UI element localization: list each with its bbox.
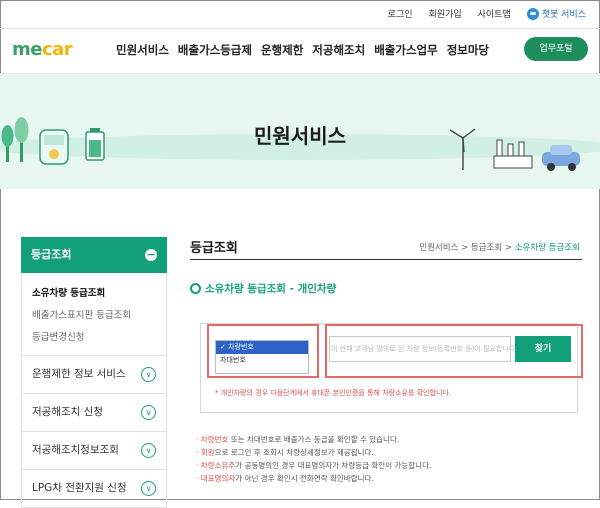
mecar-logo[interactable]: mecar <box>12 39 73 60</box>
utility-bar: 로그인 회원가입 사이트맵 챗봇 서비스 <box>0 0 600 29</box>
sidebar-header-label: 등급조회 <box>31 248 72 261</box>
sidebar-subitem-grade-change[interactable]: 등급변경신청 <box>32 327 166 349</box>
sitemap-link[interactable]: 사이트맵 <box>478 7 511 20</box>
dropdown-option-chassis-number[interactable]: 차대번호 <box>216 354 308 367</box>
sidebar-subitem-emission-sign[interactable]: 배출가스표지판 등급조회 <box>32 305 166 327</box>
sidebar-header[interactable]: 등급조회 − <box>21 237 167 273</box>
search-panel: ✓ 차량번호 차대번호 이 현재 고객님 명의로 된 차량 정보(등록번호 등)… <box>200 323 583 413</box>
sidebar-item-label: 운행제한 정보 서비스 <box>32 368 126 380</box>
section-subtitle: 소유차량 등급조회 - 개인차량 <box>190 281 336 296</box>
sidebar-item-label: 저공해조치 신청 <box>32 406 103 418</box>
info-notes: · 차량번호 또는 차대번호로 배출가스 등급을 확인할 수 있습니다. · 회… <box>196 433 431 485</box>
breadcrumb-separator: > <box>504 243 515 253</box>
main-nav: mecar 민원서비스 배출가스등급제 운행제한 저공해조치 배출가스업무 정보… <box>0 29 600 74</box>
sidebar: 등급조회 − 소유차량 등급조회 배출가스표지판 등급조회 등급변경신청 운행제… <box>21 237 167 508</box>
sidebar-subitem-owned-vehicle[interactable]: 소유차량 등급조회 <box>32 283 166 305</box>
chatbot-link[interactable]: 챗봇 서비스 <box>526 7 586 20</box>
note-line: · 차량번호 또는 차대번호로 배출가스 등급을 확인할 수 있습니다. <box>196 435 400 444</box>
breadcrumb-separator: > <box>461 243 471 253</box>
dropdown-option-vehicle-number[interactable]: ✓ 차량번호 <box>216 341 308 354</box>
circle-bullet-icon <box>190 283 201 294</box>
chevron-down-icon: ∨ <box>141 405 156 420</box>
chevron-down-icon: ∨ <box>141 481 156 496</box>
chevron-down-icon: ∨ <box>141 367 156 382</box>
nav-item-emission-grade[interactable]: 배출가스등급제 <box>178 42 252 58</box>
warning-note: * 개인차량의 경우 다음단계에서 휴대폰 본인인증을 통해 차량소유를 확인합… <box>215 389 452 397</box>
sidebar-item-restriction-info[interactable]: 운행제한 정보 서비스 ∨ <box>21 356 167 394</box>
breadcrumb-item[interactable]: 민원서비스 <box>419 243 458 253</box>
sidebar-item-low-emission-apply[interactable]: 저공해조치 신청 ∨ <box>21 394 167 432</box>
search-button[interactable]: 찾기 <box>515 336 571 362</box>
login-link[interactable]: 로그인 <box>388 7 413 20</box>
chatbot-icon <box>526 7 539 20</box>
sidebar-item-low-emission-info[interactable]: 저공해조치정보조회 ∨ <box>21 432 167 470</box>
breadcrumb-current: 소유차량 등급조회 <box>514 243 580 253</box>
nav-item-low-emission[interactable]: 저공해조치 <box>312 42 365 58</box>
work-portal-button[interactable]: 업무포털 <box>524 37 588 61</box>
hero-title: 민원서비스 <box>254 124 346 148</box>
nav-item-civil-service[interactable]: 민원서비스 <box>116 42 169 58</box>
breadcrumb-item[interactable]: 등급조회 <box>471 243 502 253</box>
section-subtitle-text: 소유차량 등급조회 - 개인차량 <box>205 283 337 295</box>
chatbot-label: 챗봇 서비스 <box>541 10 586 20</box>
title-divider <box>190 259 582 260</box>
note-line: · 회원으로 로그인 후 조회시 차량상세정보가 제공됩니다. <box>196 448 374 457</box>
chevron-down-icon: ∨ <box>141 443 156 458</box>
nav-item-info[interactable]: 정보마당 <box>447 42 489 58</box>
signup-link[interactable]: 회원가입 <box>428 7 461 20</box>
sidebar-item-label: 저공해조치정보조회 <box>32 444 119 456</box>
hero-banner: 민원서비스 <box>0 74 600 189</box>
sidebar-item-label: LPG차 전환지원 신청 <box>32 482 127 494</box>
logo-prefix: me <box>12 39 42 60</box>
nav-item-traffic-restriction[interactable]: 운행제한 <box>261 42 303 58</box>
note-line: · 차량소유주가 공동명의인 경우 대표명의자가 차량등급 확인이 가능합니다. <box>196 461 432 470</box>
sidebar-item-lpg-support[interactable]: LPG차 전환지원 신청 ∨ <box>21 470 167 508</box>
input-hint: 이 현재 고객님 명의로 된 차량 정보(등록번호 등)이 필요합니다 <box>331 345 516 353</box>
sidebar-submenu: 소유차량 등급조회 배출가스표지판 등급조회 등급변경신청 <box>21 273 167 356</box>
nav-item-emission-work[interactable]: 배출가스업무 <box>374 42 437 58</box>
logo-suffix: car <box>41 39 73 60</box>
search-type-dropdown[interactable]: ✓ 차량번호 차대번호 <box>215 340 309 374</box>
breadcrumb: 민원서비스 > 등급조회 > 소유차량 등급조회 <box>419 241 580 253</box>
note-line: · 대표명의자가 아닌 경우 확인시 전화연락 확인바랍니다. <box>196 474 374 483</box>
main-content: 등급조회 민원서비스 > 등급조회 > 소유차량 등급조회 소유차량 등급조회 … <box>190 237 583 483</box>
minus-circle-icon: − <box>145 248 157 261</box>
